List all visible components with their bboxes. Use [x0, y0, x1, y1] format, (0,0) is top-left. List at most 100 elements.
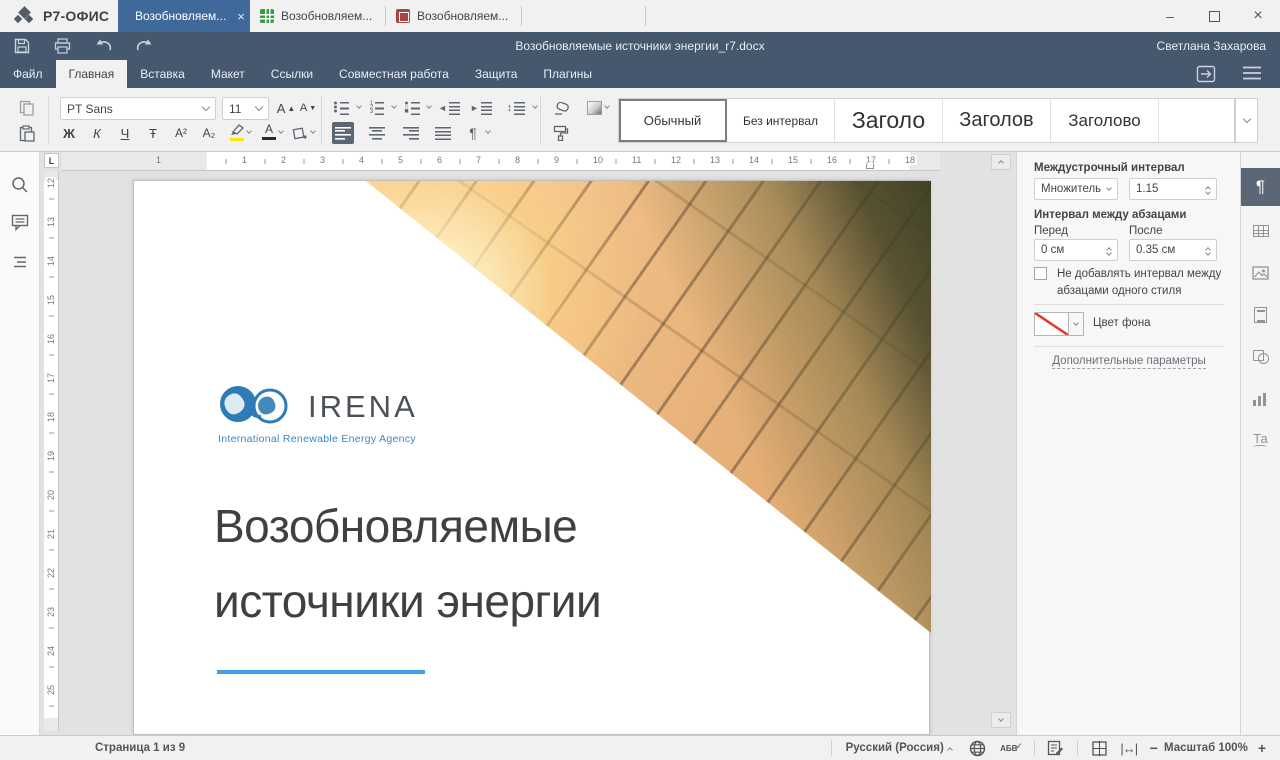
document-canvas[interactable]: L 1 123456789101112131415161718 12131415…	[40, 152, 1016, 735]
line-spacing-spinner[interactable]: 1.15	[1129, 178, 1217, 200]
clear-style-button[interactable]	[550, 97, 572, 119]
font-name-combobox[interactable]: PT Sans	[60, 97, 216, 120]
decrease-indent-button[interactable]: ◄	[438, 97, 460, 119]
align-right-button[interactable]	[400, 122, 422, 144]
set-language-globe-icon[interactable]	[964, 740, 992, 757]
paragraph-shading-button[interactable]	[583, 97, 605, 119]
scroll-up-button[interactable]	[991, 154, 1011, 170]
line-spacing-button[interactable]: ↕	[505, 97, 527, 119]
shading-arrow[interactable]	[310, 128, 316, 134]
multilevel-list-button[interactable]: ●○■	[401, 97, 423, 119]
paragraph-shading-arrow[interactable]	[604, 103, 610, 109]
track-changes-icon[interactable]	[1043, 740, 1069, 756]
same-style-checkbox[interactable]	[1034, 267, 1047, 280]
tab-insert[interactable]: Вставка	[127, 60, 198, 88]
chart-settings-icon[interactable]	[1241, 380, 1280, 418]
tab-collaboration[interactable]: Совместная работа	[326, 60, 462, 88]
fit-page-icon[interactable]	[1086, 740, 1114, 757]
background-color-arrow[interactable]	[1069, 312, 1084, 336]
maximize-button[interactable]	[1192, 0, 1236, 32]
nonprinting-chars-arrow[interactable]	[485, 128, 491, 134]
style-heading2[interactable]: Заголов	[943, 99, 1051, 142]
header-footer-settings-icon[interactable]	[1241, 296, 1280, 334]
tab-file[interactable]: Файл	[0, 60, 56, 88]
decrease-font-size-button[interactable]: А▼	[297, 97, 319, 119]
style-heading3[interactable]: Заголово	[1051, 99, 1159, 142]
open-file-location-button[interactable]	[1196, 65, 1218, 83]
paste-button[interactable]	[16, 122, 38, 144]
style-normal[interactable]: Обычный	[619, 99, 727, 142]
doc-tab-presentation[interactable]: Возобновляем...	[386, 0, 522, 32]
scroll-down-button[interactable]	[991, 712, 1011, 728]
numbering-button[interactable]: 123	[366, 97, 388, 119]
align-center-button[interactable]	[366, 122, 388, 144]
document-page[interactable]: IRENA International Renewable Energy Age…	[133, 180, 930, 735]
doc-tab-spreadsheet[interactable]: Возобновляем...	[250, 0, 386, 32]
bullets-arrow[interactable]	[356, 103, 362, 109]
spacing-before-spinner[interactable]: 0 см	[1034, 239, 1118, 261]
shape-settings-icon[interactable]	[1241, 338, 1280, 376]
superscript-button[interactable]: A²	[170, 122, 192, 144]
spin-down-icon[interactable]	[1205, 250, 1211, 256]
language-selector[interactable]: Русский (Россия)	[846, 742, 944, 754]
underline-button[interactable]: Ч	[114, 122, 136, 144]
minimize-button[interactable]: –	[1148, 0, 1192, 32]
navigation-headings-icon[interactable]	[11, 255, 29, 273]
align-left-button[interactable]	[332, 122, 354, 144]
zoom-in-button[interactable]: +	[1258, 740, 1266, 756]
document-heading-line2: источники энергии	[214, 574, 854, 628]
bullets-button[interactable]: ●●●	[330, 97, 352, 119]
zoom-out-button[interactable]: −	[1150, 740, 1158, 756]
line-spacing-mode-dropdown[interactable]: Множитель	[1034, 178, 1118, 200]
spin-down-icon[interactable]	[1106, 250, 1112, 256]
spacing-after-spinner[interactable]: 0.35 см	[1129, 239, 1217, 261]
advanced-settings-link[interactable]: Дополнительные параметры	[1017, 355, 1241, 367]
justify-button[interactable]	[432, 122, 454, 144]
zoom-level[interactable]: Масштаб 100%	[1164, 742, 1248, 754]
tab-close-icon[interactable]: ×	[237, 9, 245, 24]
collapse-toolbar-button[interactable]	[1242, 65, 1264, 83]
copy-style-button[interactable]	[550, 122, 572, 144]
numbering-arrow[interactable]	[391, 103, 397, 109]
tab-plugins[interactable]: Плагины	[530, 60, 605, 88]
page-indicator[interactable]: Страница 1 из 9	[95, 742, 185, 754]
spin-down-icon[interactable]	[1205, 189, 1211, 195]
increase-font-size-button[interactable]: А▲	[275, 97, 297, 119]
font-size-combobox[interactable]: 11	[222, 97, 269, 120]
horizontal-ruler[interactable]: 1 123456789101112131415161718	[62, 152, 940, 171]
multilevel-arrow[interactable]	[426, 103, 432, 109]
tab-home[interactable]: Главная	[56, 60, 128, 88]
doc-tab-document[interactable]: Возобновляем... ×	[118, 0, 250, 32]
styles-gallery-expand-button[interactable]	[1235, 98, 1258, 143]
bold-button[interactable]: Ж	[58, 122, 80, 144]
highlight-color-button[interactable]	[226, 121, 248, 143]
language-collapse-icon[interactable]	[947, 747, 953, 753]
close-button[interactable]: ×	[1236, 0, 1280, 32]
vertical-ruler[interactable]: 1213141516171819202122232425	[44, 171, 59, 731]
tab-protection[interactable]: Защита	[462, 60, 531, 88]
tab-stop-selector[interactable]: L	[44, 153, 59, 168]
copy-button[interactable]	[16, 97, 38, 119]
line-spacing-arrow[interactable]	[532, 103, 538, 109]
image-settings-icon[interactable]	[1241, 254, 1280, 292]
search-icon[interactable]	[11, 176, 29, 194]
tab-references[interactable]: Ссылки	[258, 60, 326, 88]
text-art-settings-icon[interactable]: Та	[1241, 422, 1280, 460]
paragraph-settings-icon[interactable]: ¶	[1241, 168, 1280, 206]
spellcheck-icon[interactable]: АБВ ✓	[992, 744, 1026, 753]
style-no-spacing[interactable]: Без интервал	[727, 99, 835, 142]
style-heading1[interactable]: Заголо	[835, 99, 943, 142]
nonprinting-chars-button[interactable]: ¶	[462, 122, 484, 144]
tab-layout[interactable]: Макет	[198, 60, 258, 88]
background-color-swatch[interactable]	[1034, 312, 1084, 336]
strikeout-button[interactable]: Ŧ	[142, 122, 164, 144]
table-settings-icon[interactable]	[1241, 212, 1280, 250]
fit-width-icon[interactable]: |↔|	[1114, 741, 1144, 756]
increase-indent-button[interactable]: ►	[470, 97, 492, 119]
subscript-button[interactable]: A₂	[198, 122, 220, 144]
italic-button[interactable]: К	[86, 122, 108, 144]
comments-icon[interactable]	[11, 214, 29, 232]
font-color-button[interactable]: A	[258, 121, 280, 143]
shading-button[interactable]	[288, 122, 310, 144]
panel-divider	[1034, 304, 1224, 305]
